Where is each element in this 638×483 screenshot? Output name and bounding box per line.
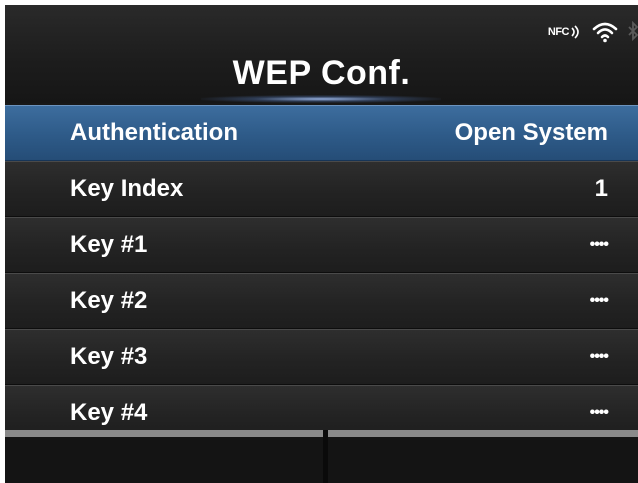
right-function-button[interactable] — [328, 430, 638, 483]
list-item-value: •••• — [589, 348, 609, 365]
list-item-label: Key Index — [70, 175, 184, 202]
list-item-label: Key #2 — [70, 287, 148, 314]
list-item-value: Open System — [454, 119, 608, 146]
nfc-icon: NFC — [548, 25, 582, 39]
list-item-key-3[interactable]: Key #3 •••• — [5, 329, 638, 385]
page-title: WEP Conf. — [232, 54, 411, 92]
wifi-icon — [592, 21, 618, 43]
list-item-value: •••• — [589, 292, 609, 309]
left-function-button[interactable] — [5, 430, 323, 483]
list-item-authentication[interactable]: Authentication Open System — [5, 105, 638, 161]
nfc-waves-icon — [571, 25, 579, 39]
title-underline-glow — [201, 95, 441, 103]
list-item-key-2[interactable]: Key #2 •••• — [5, 273, 638, 329]
settings-list: Authentication Open System Key Index 1 K… — [5, 105, 638, 441]
printer-lcd-screen: NFC WEP Conf. Authentication Open System… — [5, 5, 638, 483]
list-item-value: •••• — [589, 236, 609, 253]
function-key-bar — [5, 430, 638, 483]
nfc-label: NFC — [547, 26, 570, 38]
list-item-value: 1 — [594, 175, 608, 202]
list-item-key-1[interactable]: Key #1 •••• — [5, 217, 638, 273]
header-bar: NFC WEP Conf. — [5, 5, 638, 103]
list-item-label: Authentication — [70, 119, 238, 146]
status-icons: NFC — [548, 17, 638, 47]
list-item-label: Key #1 — [70, 231, 148, 258]
list-item-key-index[interactable]: Key Index 1 — [5, 161, 638, 217]
bluetooth-icon — [628, 21, 638, 43]
list-item-label: Key #3 — [70, 343, 148, 370]
